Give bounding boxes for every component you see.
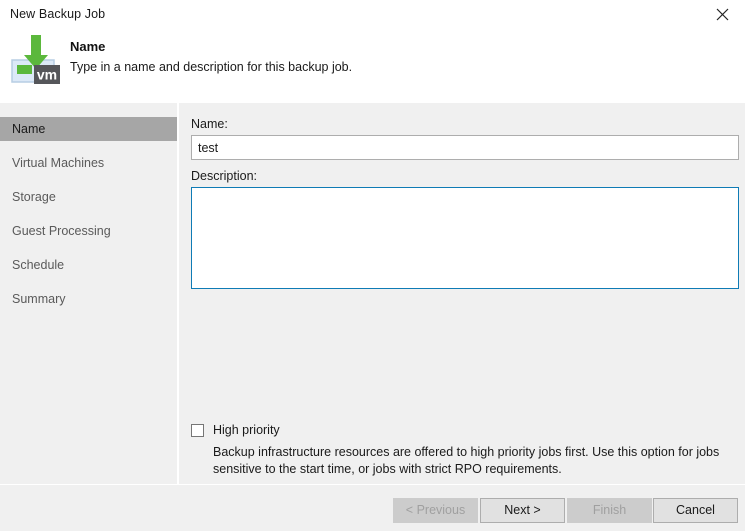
high-priority-checkbox-row[interactable]: High priority <box>191 423 280 437</box>
sidebar-item-name[interactable]: Name <box>0 117 177 141</box>
description-textarea[interactable] <box>191 187 739 289</box>
dialog-body: Name Virtual Machines Storage Guest Proc… <box>0 103 745 484</box>
sidebar-item-label: Storage <box>12 190 56 204</box>
close-icon <box>716 8 729 21</box>
description-label: Description: <box>191 169 257 183</box>
cancel-button[interactable]: Cancel <box>653 498 738 523</box>
wizard-steps-sidebar: Name Virtual Machines Storage Guest Proc… <box>0 103 177 484</box>
title-bar: New Backup Job <box>0 0 745 30</box>
virtual-machine-backup-icon: vm <box>8 33 64 89</box>
svg-text:vm: vm <box>37 67 57 83</box>
sidebar-item-virtual-machines[interactable]: Virtual Machines <box>0 151 177 175</box>
high-priority-label: High priority <box>213 423 280 437</box>
sidebar-item-storage[interactable]: Storage <box>0 185 177 209</box>
name-input[interactable] <box>191 135 739 160</box>
sidebar-item-label: Summary <box>12 292 66 306</box>
dialog-header: vm Name Type in a name and description f… <box>0 30 745 103</box>
page-subtitle: Type in a name and description for this … <box>70 60 353 74</box>
sidebar-item-label: Name <box>12 122 46 136</box>
dialog-footer: < Previous Next > Finish Cancel <box>0 484 745 531</box>
new-backup-job-dialog: New Backup Job vm Name Type in a name an… <box>0 0 745 531</box>
sidebar-item-label: Guest Processing <box>12 224 111 238</box>
high-priority-checkbox[interactable] <box>191 423 204 437</box>
name-label: Name: <box>191 117 228 131</box>
next-button[interactable]: Next > <box>480 498 565 523</box>
high-priority-hint: Backup infrastructure resources are offe… <box>213 445 720 476</box>
sidebar-item-schedule[interactable]: Schedule <box>0 253 177 277</box>
page-title: Name <box>70 39 106 54</box>
close-button[interactable] <box>700 0 745 29</box>
main-pane: Name: Description: High priority Backup … <box>179 103 745 484</box>
sidebar-item-label: Schedule <box>12 258 65 272</box>
sidebar-item-label: Virtual Machines <box>12 156 105 170</box>
window-title: New Backup Job <box>10 7 106 21</box>
sidebar-item-summary[interactable]: Summary <box>0 287 177 311</box>
sidebar-item-guest-processing[interactable]: Guest Processing <box>0 219 177 243</box>
previous-button[interactable]: < Previous <box>393 498 478 523</box>
finish-button[interactable]: Finish <box>567 498 652 523</box>
